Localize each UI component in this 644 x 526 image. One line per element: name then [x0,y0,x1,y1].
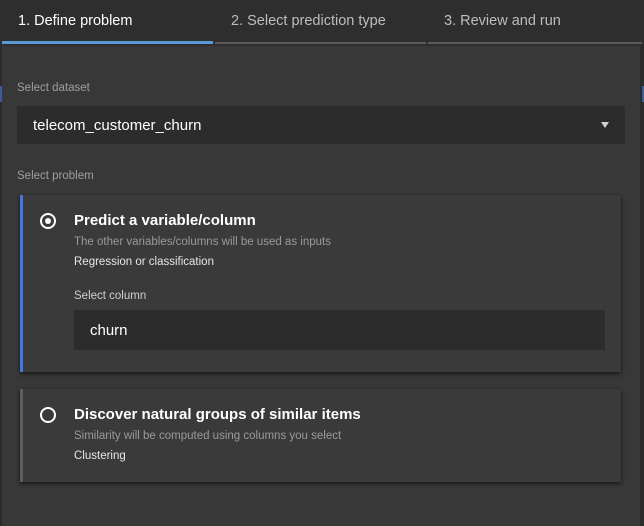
option-type: Clustering [74,450,126,462]
dataset-select[interactable]: telecom_customer_churn [17,106,625,144]
select-column-label: Select column [74,290,147,302]
tab-define-problem[interactable]: 1. Define problem [2,0,213,44]
option-title: Predict a variable/column [74,212,256,229]
radio-predict[interactable] [40,213,56,229]
column-input[interactable]: churn [74,310,605,350]
option-title: Discover natural groups of similar items [74,406,361,423]
caret-down-icon [601,122,609,128]
option-type: Regression or classification [74,256,214,268]
tab-review-and-run[interactable]: 3. Review and run [428,0,642,44]
problem-option-predict[interactable]: Predict a variable/column The other vari… [20,195,621,372]
column-input-value: churn [90,321,128,339]
tab-select-prediction-type[interactable]: 2. Select prediction type [215,0,426,44]
radio-cluster[interactable] [40,407,56,423]
select-problem-label: Select problem [17,170,94,182]
problem-option-cluster[interactable]: Discover natural groups of similar items… [20,389,621,482]
option-description: The other variables/columns will be used… [74,236,331,248]
dataset-select-value: telecom_customer_churn [33,116,202,134]
wizard-tabs: 1. Define problem 2. Select prediction t… [0,0,644,46]
select-dataset-label: Select dataset [17,82,90,94]
side-accent-left [0,86,2,102]
option-description: Similarity will be computed using column… [74,430,342,442]
